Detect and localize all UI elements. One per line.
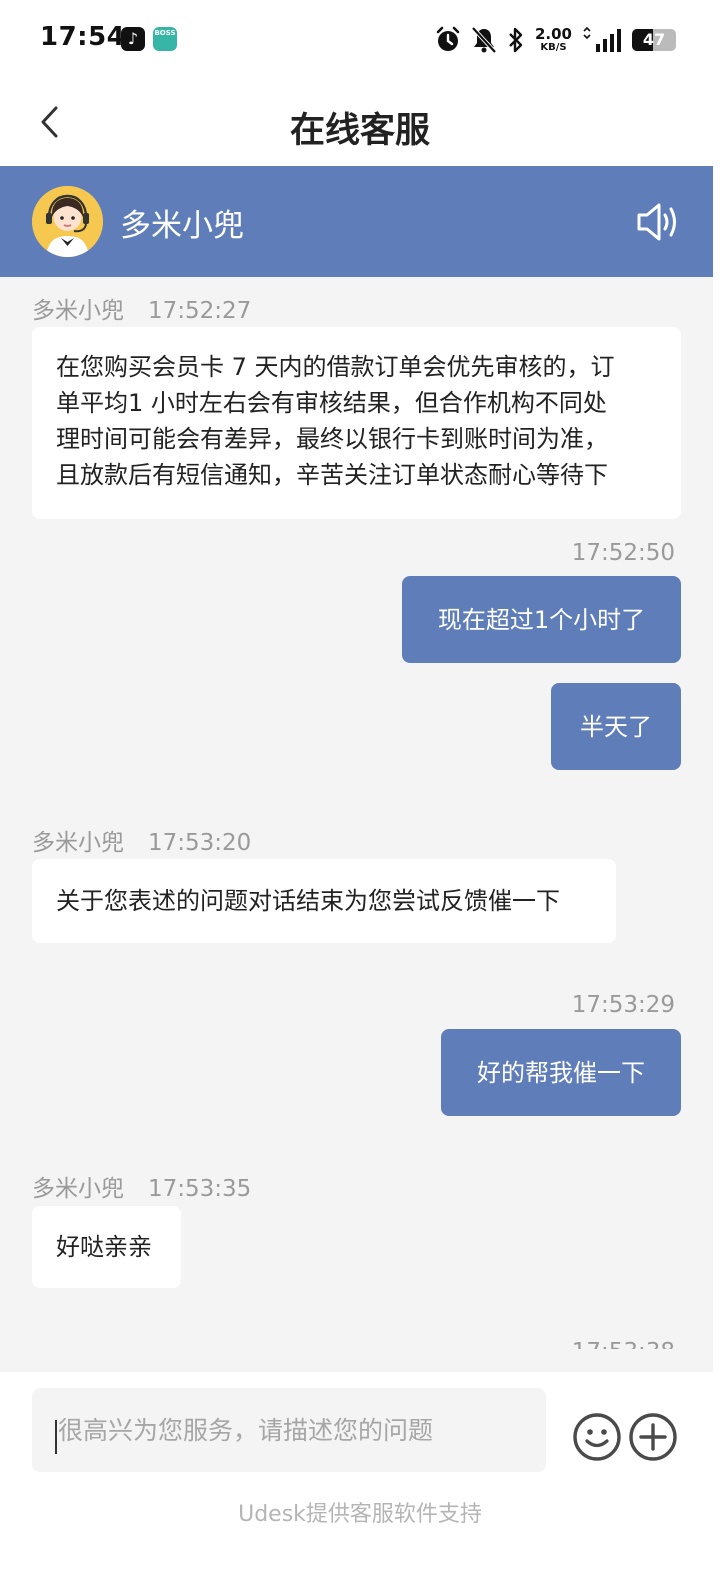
- sender-name: 多米小兜: [32, 830, 124, 856]
- plus-circle-icon: [629, 1413, 677, 1461]
- status-bar: 17:54 ♪ BOSS 2.00 KB/S 47: [0, 0, 720, 80]
- agent-message-meta: 多米小兜 17:52:27: [32, 291, 251, 325]
- network-speed-unit: KB/S: [540, 42, 567, 53]
- boss-app-icon: BOSS: [153, 27, 177, 51]
- network-speed: 2.00 KB/S: [534, 25, 572, 54]
- message-line: 在您购买会员卡 7 天内的借款订单会优先审核的，订: [56, 353, 615, 381]
- message-input-box[interactable]: [32, 1388, 546, 1472]
- more-button[interactable]: [628, 1412, 678, 1462]
- user-message-time: 17:53:29: [571, 992, 675, 1018]
- agent-message-meta: 多米小兜 17:53:20: [32, 823, 251, 857]
- next-message-time: 17:53:38: [572, 1337, 675, 1349]
- user-message-time: 17:52:50: [571, 540, 675, 566]
- battery-indicator: 47: [632, 29, 676, 51]
- message-line: 单平均1 小时左右会有审核结果，但合作机构不同处: [56, 389, 607, 417]
- message-input[interactable]: [58, 1388, 538, 1472]
- message-time: 17:53:35: [148, 1176, 252, 1202]
- agent-avatar-icon: [32, 186, 103, 257]
- agent-header: 多米小兜: [0, 166, 713, 277]
- signal-5g-icon: [583, 26, 621, 52]
- page-title: 在线客服: [289, 111, 430, 151]
- emoji-button[interactable]: [572, 1412, 622, 1462]
- bell-muted-icon: [471, 26, 497, 54]
- message-line: 理时间可能会有差异，最终以银行卡到账时间为准，: [56, 425, 608, 453]
- agent-avatar: [32, 186, 103, 257]
- agent-message-bubble: 在您购买会员卡 7 天内的借款订单会优先审核的，订 单平均1 小时左右会有审核结…: [32, 327, 681, 519]
- text-caret: [55, 1420, 57, 1454]
- agent-name: 多米小兜: [120, 208, 244, 244]
- message-time: 17:53:20: [148, 830, 252, 856]
- input-bar: Udesk提供客服软件支持: [0, 1372, 720, 1584]
- alarm-icon: [436, 26, 460, 51]
- speaker-icon: [637, 203, 676, 241]
- boss-icon-text: BOSS: [154, 29, 176, 37]
- user-message-bubble: 现在超过1个小时了: [402, 576, 681, 663]
- speaker-button[interactable]: [635, 200, 683, 244]
- battery-level: 47: [642, 30, 666, 49]
- sender-name: 多米小兜: [32, 298, 124, 324]
- bluetooth-icon: [509, 27, 523, 53]
- status-time: 17:54: [40, 22, 126, 52]
- message-time: 17:52:27: [148, 298, 252, 324]
- agent-message-bubble: 关于您表述的问题对话结束为您尝试反馈催一下: [32, 859, 616, 943]
- chat-area[interactable]: 多米小兜 17:52:27 在您购买会员卡 7 天内的借款订单会优先审核的，订 单…: [0, 277, 713, 1372]
- status-icons: 2.00 KB/S 47: [435, 24, 676, 56]
- network-speed-value: 2.00: [534, 25, 572, 43]
- emoji-icon: [573, 1413, 621, 1461]
- message-line: 且放款后有短信通知，辛苦关注订单状态耐心等待下: [56, 461, 608, 489]
- user-message-bubble: 半天了: [551, 683, 681, 770]
- agent-message-bubble: 好哒亲亲: [32, 1206, 181, 1288]
- tiktok-app-icon: ♪: [121, 27, 145, 51]
- sender-name: 多米小兜: [32, 1176, 124, 1202]
- agent-message-meta: 多米小兜 17:53:35: [32, 1169, 251, 1203]
- user-message-bubble: 好的帮我催一下: [441, 1029, 681, 1116]
- powered-by-text: Udesk提供客服软件支持: [238, 1502, 482, 1527]
- title-bar: 在线客服: [0, 80, 720, 166]
